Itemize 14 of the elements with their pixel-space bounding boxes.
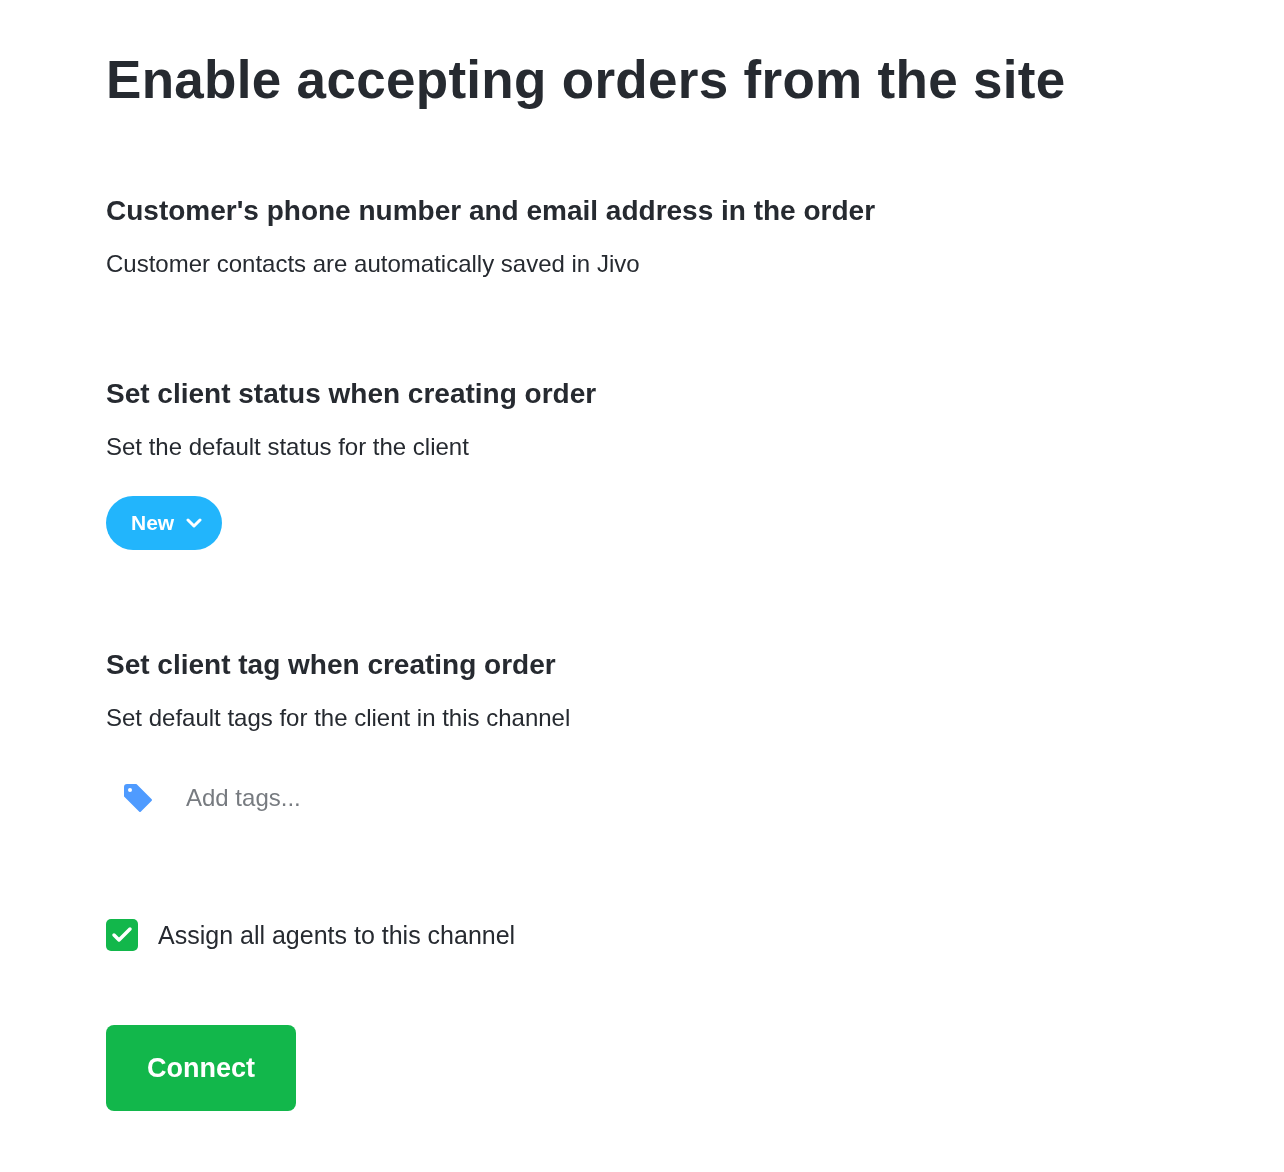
caret-icon [186,518,203,528]
checkmark-icon [111,926,133,944]
status-dropdown[interactable]: New [106,496,223,550]
section-description: Customer contacts are automatically saved in Jivo [106,249,640,279]
section-heading: Customer's phone number and email address in the order [106,194,876,228]
section-heading: Set client tag when creating order [106,648,556,682]
connect-button[interactable]: Connect [106,1025,296,1111]
checkbox[interactable] [106,919,138,951]
page-title: Enable accepting orders from the site [106,49,1067,111]
section-description: Set the default status for the client [106,432,469,462]
section-heading: Set client status when creating order [106,377,597,411]
tag-icon [122,782,154,814]
checkbox-label: Assign all agents to this channel [158,920,516,950]
section-description: Set default tags for the client in this channel [106,703,571,733]
